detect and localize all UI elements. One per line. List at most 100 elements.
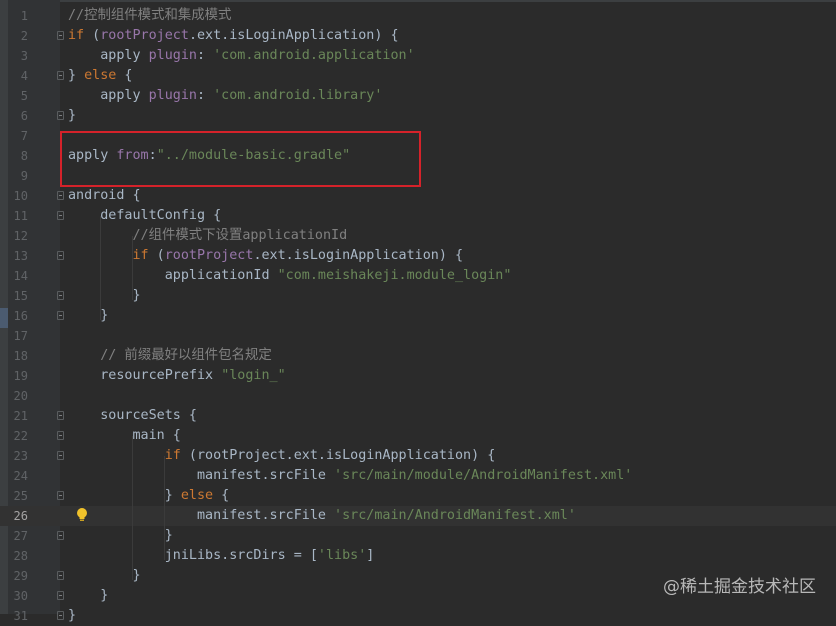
code-line[interactable]: 13 if (rootProject.ext.isLoginApplicatio…: [0, 246, 836, 266]
code-token: if: [68, 248, 149, 263]
code-line[interactable]: 11 defaultConfig {: [0, 206, 836, 226]
code-line[interactable]: 18 // 前缀最好以组件包名规定: [0, 346, 836, 366]
code-token: 'src/main/AndroidManifest.xml': [334, 508, 576, 523]
code-token: else: [180, 488, 214, 503]
code-text: apply plugin: 'com.android.application': [68, 46, 415, 66]
code-token: :: [197, 88, 214, 103]
annotation-highlight-box: [60, 131, 421, 187]
code-token: //控制组件模式和集成模式: [68, 8, 232, 23]
code-line[interactable]: 15 }: [0, 286, 836, 306]
line-number: 10: [13, 189, 28, 203]
code-line[interactable]: 22 main {: [0, 426, 836, 446]
fold-toggle-icon[interactable]: [57, 491, 64, 500]
line-number: 19: [13, 369, 28, 383]
code-line[interactable]: 25 } else {: [0, 486, 836, 506]
code-token: 'com.android.application': [213, 48, 415, 63]
fold-toggle-icon[interactable]: [57, 31, 64, 40]
indent-guide: [100, 216, 101, 320]
code-text: defaultConfig {: [68, 206, 221, 226]
code-text: // 前缀最好以组件包名规定: [68, 346, 272, 366]
code-line[interactable]: 5 apply plugin: 'com.android.library': [0, 86, 836, 106]
fold-toggle-icon[interactable]: [57, 311, 64, 320]
code-token: }: [68, 568, 141, 583]
line-number: 18: [13, 349, 28, 363]
line-number: 24: [13, 469, 28, 483]
code-text: sourceSets {: [68, 406, 197, 426]
fold-toggle-icon[interactable]: [57, 111, 64, 120]
code-text: applicationId "com.meishakeji.module_log…: [68, 266, 512, 286]
line-number: 11: [13, 209, 28, 223]
code-token: android {: [68, 188, 141, 203]
code-line[interactable]: 26 manifest.srcFile 'src/main/AndroidMan…: [0, 506, 836, 526]
code-token: apply: [68, 48, 149, 63]
code-line[interactable]: 20: [0, 386, 836, 406]
line-number: 15: [13, 289, 28, 303]
code-line[interactable]: 17: [0, 326, 836, 346]
fold-toggle-icon[interactable]: [57, 611, 64, 620]
fold-toggle-icon[interactable]: [57, 191, 64, 200]
code-line[interactable]: 3 apply plugin: 'com.android.application…: [0, 46, 836, 66]
code-line[interactable]: 28 jniLibs.srcDirs = ['libs']: [0, 546, 836, 566]
line-number: 22: [13, 429, 28, 443]
line-number: 21: [13, 409, 28, 423]
code-token: if: [68, 28, 85, 43]
code-line[interactable]: 21 sourceSets {: [0, 406, 836, 426]
watermark-text: @稀土掘金技术社区: [663, 577, 816, 597]
code-line[interactable]: 2 if (rootProject.ext.isLoginApplication)…: [0, 26, 836, 46]
code-line[interactable]: 1 //控制组件模式和集成模式: [0, 6, 836, 26]
code-token: }: [68, 588, 109, 603]
lightbulb-intention-icon[interactable]: [75, 507, 89, 523]
code-line[interactable]: 10 android {: [0, 186, 836, 206]
editor-top-border: [0, 0, 836, 2]
fold-toggle-icon[interactable]: [57, 291, 64, 300]
code-text: }: [68, 286, 140, 306]
code-text: manifest.srcFile 'src/main/module/Androi…: [68, 466, 632, 486]
fold-toggle-icon[interactable]: [57, 71, 64, 80]
code-token: sourceSets {: [68, 408, 197, 423]
code-token: }: [68, 528, 173, 543]
fold-toggle-icon[interactable]: [57, 251, 64, 260]
code-token: 'src/main/module/AndroidManifest.xml': [334, 468, 633, 483]
fold-toggle-icon[interactable]: [57, 591, 64, 600]
code-line[interactable]: 12 //组件模式下设置applicationId: [0, 226, 836, 246]
code-text: if (rootProject.ext.isLoginApplication) …: [68, 246, 463, 266]
fold-toggle-icon[interactable]: [57, 571, 64, 580]
code-line[interactable]: 19 resourcePrefix "login_": [0, 366, 836, 386]
line-number: 12: [13, 229, 28, 243]
code-text: if (rootProject.ext.isLoginApplication) …: [68, 26, 399, 46]
code-line[interactable]: 23 if (rootProject.ext.isLoginApplicatio…: [0, 446, 836, 466]
code-token: (rootProject.ext.isLoginApplication) {: [180, 448, 496, 463]
fold-toggle-icon[interactable]: [57, 211, 64, 220]
code-line[interactable]: 14 applicationId "com.meishakeji.module_…: [0, 266, 836, 286]
fold-toggle-icon[interactable]: [57, 531, 64, 540]
line-number: 23: [13, 449, 28, 463]
code-line[interactable]: 4} else {: [0, 66, 836, 86]
line-number: 13: [13, 249, 28, 263]
line-number: 30: [13, 589, 28, 603]
code-line[interactable]: 6}: [0, 106, 836, 126]
code-token: manifest.srcFile: [68, 468, 335, 483]
code-token: plugin: [148, 48, 197, 63]
code-token: }: [68, 308, 109, 323]
fold-toggle-icon[interactable]: [57, 411, 64, 420]
line-number: 14: [13, 269, 28, 283]
code-line[interactable]: 16 }: [0, 306, 836, 326]
indent-guide: [164, 456, 165, 560]
code-line[interactable]: 31}: [0, 606, 836, 626]
line-number: 7: [20, 129, 28, 143]
code-text: android {: [68, 186, 141, 206]
code-token: 'com.android.library': [213, 88, 383, 103]
fold-toggle-icon[interactable]: [57, 431, 64, 440]
indent-guide: [132, 236, 133, 300]
code-text: manifest.srcFile 'src/main/AndroidManife…: [68, 506, 576, 526]
line-number: 3: [20, 49, 28, 63]
code-token: {: [116, 68, 133, 83]
code-line[interactable]: 24 manifest.srcFile 'src/main/module/And…: [0, 466, 836, 486]
code-token: apply: [68, 88, 149, 103]
code-token: .ext.isLoginApplication) {: [188, 28, 399, 43]
fold-toggle-icon[interactable]: [57, 451, 64, 460]
line-number: 9: [20, 169, 28, 183]
code-text: apply plugin: 'com.android.library': [68, 86, 382, 106]
code-token: // 前缀最好以组件包名规定: [68, 348, 272, 363]
code-line[interactable]: 27 }: [0, 526, 836, 546]
